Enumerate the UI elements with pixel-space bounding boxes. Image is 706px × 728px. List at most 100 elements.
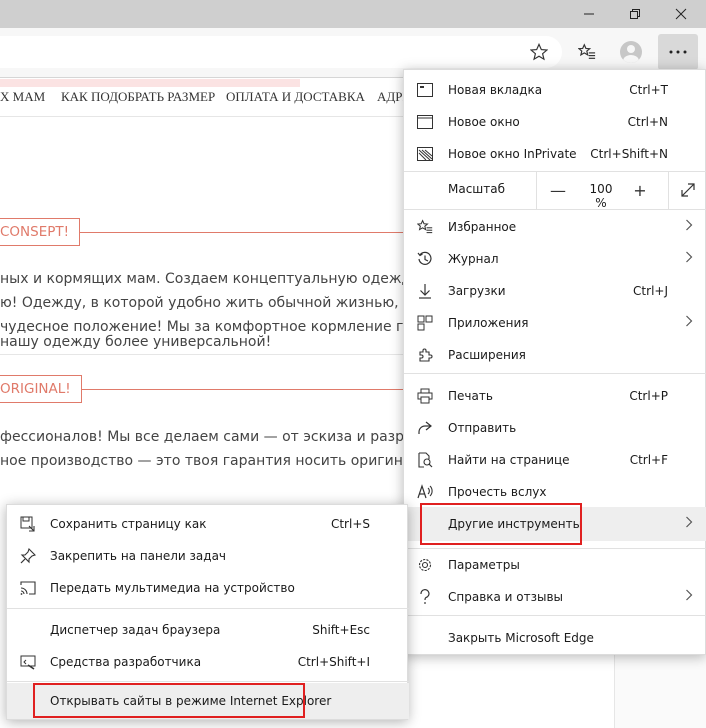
- submenu-item-dev-tools[interactable]: Средства разработчика Ctrl+Shift+I: [7, 646, 409, 678]
- menu-item-help[interactable]: Справка и отзывы: [404, 581, 706, 613]
- section-text-line: ных и кормящих мам. Создаем концептуальн…: [0, 271, 443, 287]
- submenu-item-cast[interactable]: Передать мультимедиа на устройство: [7, 572, 409, 604]
- menu-item-extensions[interactable]: Расширения: [404, 339, 706, 371]
- section-title-concept: CONSEPT!: [0, 218, 81, 246]
- avatar-icon[interactable]: [616, 37, 646, 67]
- menu-item-label: Загрузки: [448, 284, 506, 298]
- zoom-divider: [668, 171, 669, 209]
- submenu-item-label: Закрепить на панели задач: [50, 549, 227, 563]
- menu-item-share[interactable]: Отправить: [404, 412, 706, 444]
- submenu-item-label: Сохранить страницу как: [50, 517, 207, 531]
- dev-tools-icon: [20, 654, 36, 670]
- section-text-line: ю! Одежду, в которой удобно жить обычной…: [0, 295, 443, 311]
- new-tab-icon: [417, 82, 433, 98]
- nav-link-moms[interactable]: Х МАМ: [0, 89, 45, 105]
- menu-separator: [7, 681, 409, 682]
- download-icon: [417, 283, 433, 299]
- shortcut-text: Ctrl+N: [627, 115, 668, 129]
- menu-item-label: Справка и отзывы: [448, 590, 564, 604]
- zoom-value: 100 %: [589, 182, 613, 210]
- menu-item-new-inprivate[interactable]: Новое окно InPrivate Ctrl+Shift+N: [404, 138, 706, 170]
- section-text-line: фессионалов! Мы все делаем сами — от эск…: [0, 429, 438, 445]
- menu-item-apps[interactable]: Приложения: [404, 307, 706, 339]
- menu-item-favorites[interactable]: Избранное: [404, 211, 706, 243]
- chevron-right-icon: [685, 589, 693, 605]
- extensions-icon: [417, 347, 433, 363]
- shortcut-text: Ctrl+T: [629, 83, 668, 97]
- menu-separator: [404, 373, 706, 374]
- menu-item-find[interactable]: Найти на странице Ctrl+F: [404, 444, 706, 476]
- submenu-item-label: Диспетчер задач браузера: [50, 623, 221, 637]
- section-divider: [0, 354, 403, 355]
- zoom-out-button[interactable]: —: [546, 178, 570, 202]
- save-page-icon: [20, 516, 36, 532]
- more-tools-submenu: Сохранить страницу как Ctrl+S Закрепить …: [6, 504, 409, 720]
- find-icon: [417, 452, 433, 468]
- nav-link-size-guide[interactable]: КАК ПОДОБРАТЬ РАЗМЕР: [61, 89, 215, 105]
- section-text-line: ное производство — это твоя гарантия нос…: [0, 453, 438, 469]
- menu-item-label: Новое окно InPrivate: [448, 147, 577, 161]
- gear-icon: [417, 557, 433, 573]
- history-icon: [417, 251, 433, 267]
- submenu-item-label: Передать мультимедиа на устройство: [50, 581, 295, 595]
- zoom-control: Масштаб — 100 % +: [404, 171, 706, 210]
- menu-separator: [404, 615, 706, 616]
- submenu-item-pin-taskbar[interactable]: Закрепить на панели задач: [7, 540, 409, 572]
- chevron-right-icon: [685, 315, 693, 331]
- page-scrollbar[interactable]: [614, 655, 706, 728]
- star-icon[interactable]: [524, 37, 554, 67]
- nav-link-payment-delivery[interactable]: ОПЛАТА И ДОСТАВКА: [226, 89, 365, 105]
- zoom-in-button[interactable]: +: [628, 178, 652, 202]
- avatar: [620, 41, 642, 63]
- browser-menu: Новая вкладка Ctrl+T Новое окно Ctrl+N Н…: [403, 69, 706, 655]
- zoom-label: Масштаб: [448, 182, 506, 196]
- menu-item-label: Печать: [448, 389, 493, 403]
- minimize-icon[interactable]: [566, 0, 612, 28]
- submenu-item-label: Средства разработчика: [50, 655, 202, 669]
- close-icon[interactable]: [658, 0, 704, 28]
- read-aloud-icon: [417, 484, 433, 500]
- menu-item-settings[interactable]: Параметры: [404, 549, 706, 581]
- shortcut-text: Ctrl+F: [629, 453, 668, 467]
- menu-item-new-window[interactable]: Новое окно Ctrl+N: [404, 106, 706, 138]
- chevron-right-icon: [685, 219, 693, 235]
- menu-separator: [404, 209, 706, 210]
- shortcut-text: Ctrl+S: [330, 517, 370, 531]
- inprivate-icon: [417, 146, 433, 162]
- title-bar: [0, 0, 706, 28]
- chevron-right-icon: [685, 516, 693, 532]
- menu-item-label: Параметры: [448, 558, 520, 572]
- zoom-divider: [536, 171, 537, 209]
- fullscreen-icon[interactable]: [676, 178, 700, 202]
- cast-icon: [20, 580, 36, 596]
- nav-highlight-strip: [0, 79, 300, 87]
- submenu-item-save-page[interactable]: Сохранить страницу как Ctrl+S: [7, 508, 409, 540]
- pin-icon: [20, 548, 36, 564]
- menu-item-label: Отправить: [448, 421, 517, 435]
- menu-item-new-tab[interactable]: Новая вкладка Ctrl+T: [404, 74, 706, 106]
- address-bar[interactable]: [0, 36, 562, 68]
- new-window-icon: [417, 114, 433, 130]
- highlight-frame: [420, 503, 582, 545]
- menu-item-label: Избранное: [448, 220, 517, 234]
- more-icon[interactable]: [658, 34, 698, 70]
- menu-item-history[interactable]: Журнал: [404, 243, 706, 275]
- favorites-list-icon[interactable]: [572, 37, 602, 67]
- shortcut-text: Ctrl+P: [629, 389, 668, 403]
- menu-item-label: Новое окно: [448, 115, 520, 129]
- menu-item-label: Новая вкладка: [448, 83, 543, 97]
- menu-item-label: Прочесть вслух: [448, 485, 547, 499]
- submenu-item-task-manager[interactable]: Диспетчер задач браузера Shift+Esc: [7, 614, 409, 646]
- chevron-right-icon: [685, 251, 693, 267]
- menu-item-label: Журнал: [448, 252, 499, 266]
- shortcut-text: Shift+Esc: [312, 623, 370, 637]
- restore-icon[interactable]: [612, 0, 658, 28]
- menu-item-downloads[interactable]: Загрузки Ctrl+J: [404, 275, 706, 307]
- shortcut-text: Ctrl+J: [633, 284, 668, 298]
- share-icon: [417, 420, 433, 436]
- menu-item-print[interactable]: Печать Ctrl+P: [404, 380, 706, 412]
- shortcut-text: Ctrl+Shift+N: [590, 147, 668, 161]
- apps-icon: [417, 315, 433, 331]
- menu-item-label: Расширения: [448, 348, 526, 362]
- menu-item-close-edge[interactable]: Закрыть Microsoft Edge: [404, 622, 706, 654]
